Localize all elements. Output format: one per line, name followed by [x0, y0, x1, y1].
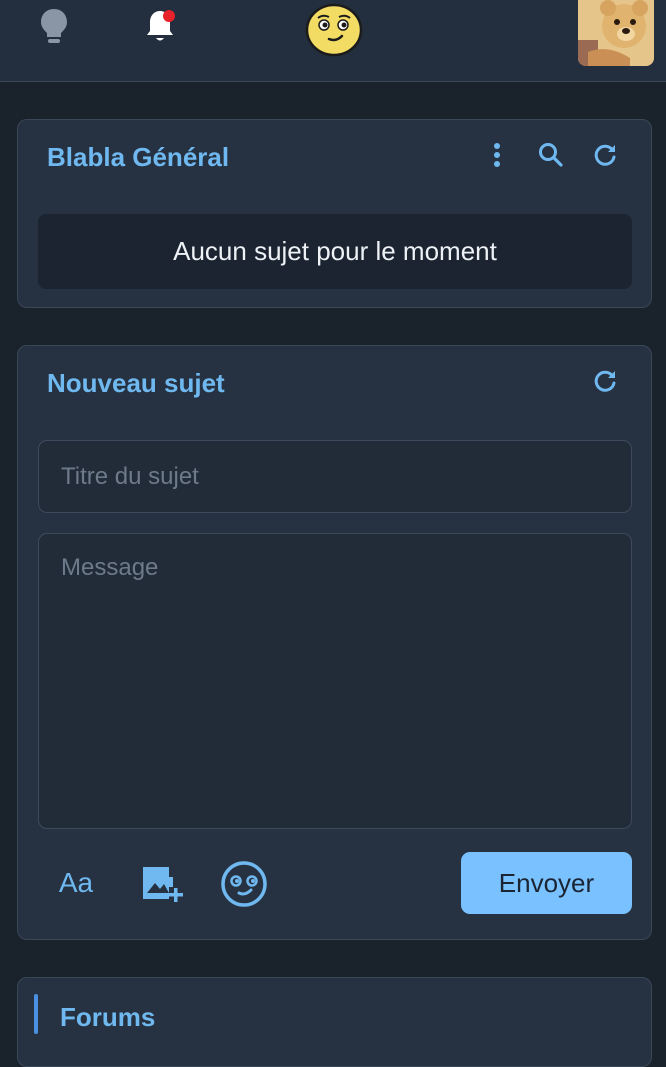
new-topic-title: Nouveau sujet [47, 368, 225, 398]
emoji-icon[interactable] [218, 858, 270, 910]
refresh-icon[interactable] [587, 363, 623, 399]
forums-title: Forums [60, 1002, 156, 1032]
smiley-icon[interactable] [304, 2, 364, 58]
topic-list-card: Blabla Général Aucun sujet pour le momen… [17, 119, 652, 308]
forums-accent-bar [34, 994, 38, 1034]
notification-badge [163, 10, 175, 22]
notifications-button[interactable] [140, 6, 180, 46]
empty-topics-text: Aucun sujet pour le moment [173, 236, 497, 266]
send-button[interactable]: Envoyer [461, 852, 632, 914]
empty-topics-message: Aucun sujet pour le moment [38, 214, 632, 289]
refresh-icon[interactable] [587, 137, 623, 173]
forums-card: Forums [17, 977, 652, 1067]
more-vert-icon[interactable] [479, 137, 515, 173]
avatar[interactable] [578, 0, 654, 66]
add-image-icon[interactable] [136, 858, 186, 908]
lightbulb-icon[interactable] [34, 6, 74, 46]
topic-card-title: Blabla Général [47, 142, 230, 172]
top-bar [0, 0, 666, 82]
search-icon[interactable] [533, 137, 569, 173]
text-format-label: Aa [58, 867, 94, 898]
text-format-button[interactable]: Aa [52, 860, 100, 906]
topic-title-input[interactable] [38, 440, 632, 513]
new-topic-card: Nouveau sujet Aa Envoyer [17, 345, 652, 940]
message-textarea[interactable] [38, 533, 632, 829]
